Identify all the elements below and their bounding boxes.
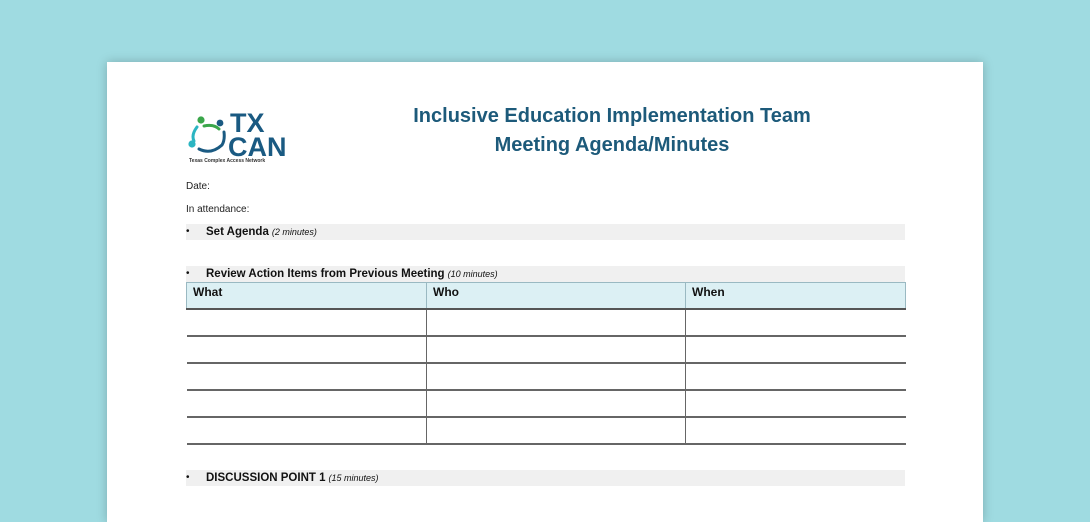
table-row xyxy=(186,336,906,364)
logo-wordmark: TX CAN xyxy=(228,110,287,162)
document-title: Inclusive Education Implementation Team … xyxy=(407,102,817,160)
table-header-row: What Who When xyxy=(186,282,906,310)
table-cell-when[interactable] xyxy=(685,309,906,337)
title-line-1: Inclusive Education Implementation Team xyxy=(413,105,811,127)
table-cell-who[interactable] xyxy=(426,309,686,337)
date-label: Date: xyxy=(186,181,210,192)
table-cell-what[interactable] xyxy=(186,336,427,364)
table-cell-what[interactable] xyxy=(186,363,427,391)
table-cell-when[interactable] xyxy=(685,363,906,391)
table-row xyxy=(186,309,906,337)
table-row xyxy=(186,390,906,418)
table-cell-when[interactable] xyxy=(685,390,906,418)
action-items-table: What Who When xyxy=(186,282,906,445)
bullet-icon: • xyxy=(186,226,190,237)
bullet-icon: • xyxy=(186,472,190,483)
logo-text-can: CAN xyxy=(228,132,287,162)
table-cell-when[interactable] xyxy=(685,336,906,364)
table-row xyxy=(186,363,906,391)
agenda-item-duration: (15 minutes) xyxy=(328,473,379,483)
table-row xyxy=(186,417,906,445)
agenda-item-duration: (2 minutes) xyxy=(271,227,317,237)
table-cell-who[interactable] xyxy=(426,390,686,418)
logo-subtitle: Texas Complex Access Network xyxy=(189,158,266,164)
agenda-item-label: DISCUSSION POINT 1 xyxy=(206,472,326,484)
txcan-logo: TX CAN Texas Complex Access Network xyxy=(187,110,297,169)
bullet-icon: • xyxy=(186,268,190,279)
agenda-item-label: Set Agenda xyxy=(206,226,269,238)
people-circle-logo-icon xyxy=(188,116,226,153)
table-cell-who[interactable] xyxy=(426,336,686,364)
table-cell-what[interactable] xyxy=(186,309,427,337)
agenda-item-review-action-items: • Review Action Items from Previous Meet… xyxy=(186,266,905,282)
title-line-2: Meeting Agenda/Minutes xyxy=(494,134,730,156)
attendance-label: In attendance: xyxy=(186,204,250,215)
table-cell-what[interactable] xyxy=(186,390,427,418)
table-cell-what[interactable] xyxy=(186,417,427,445)
agenda-item-discussion-point-1: • DISCUSSION POINT 1 (15 minutes) xyxy=(186,470,905,486)
document-page: TX CAN Texas Complex Access Network Incl… xyxy=(107,62,983,522)
column-header-what: What xyxy=(186,282,427,310)
table-cell-when[interactable] xyxy=(685,417,906,445)
column-header-when: When xyxy=(685,282,906,310)
agenda-item-label: Review Action Items from Previous Meetin… xyxy=(206,268,445,280)
agenda-item-set-agenda: • Set Agenda (2 minutes) xyxy=(186,224,905,240)
table-cell-who[interactable] xyxy=(426,417,686,445)
agenda-item-duration: (10 minutes) xyxy=(447,269,498,279)
table-cell-who[interactable] xyxy=(426,363,686,391)
column-header-who: Who xyxy=(426,282,686,310)
